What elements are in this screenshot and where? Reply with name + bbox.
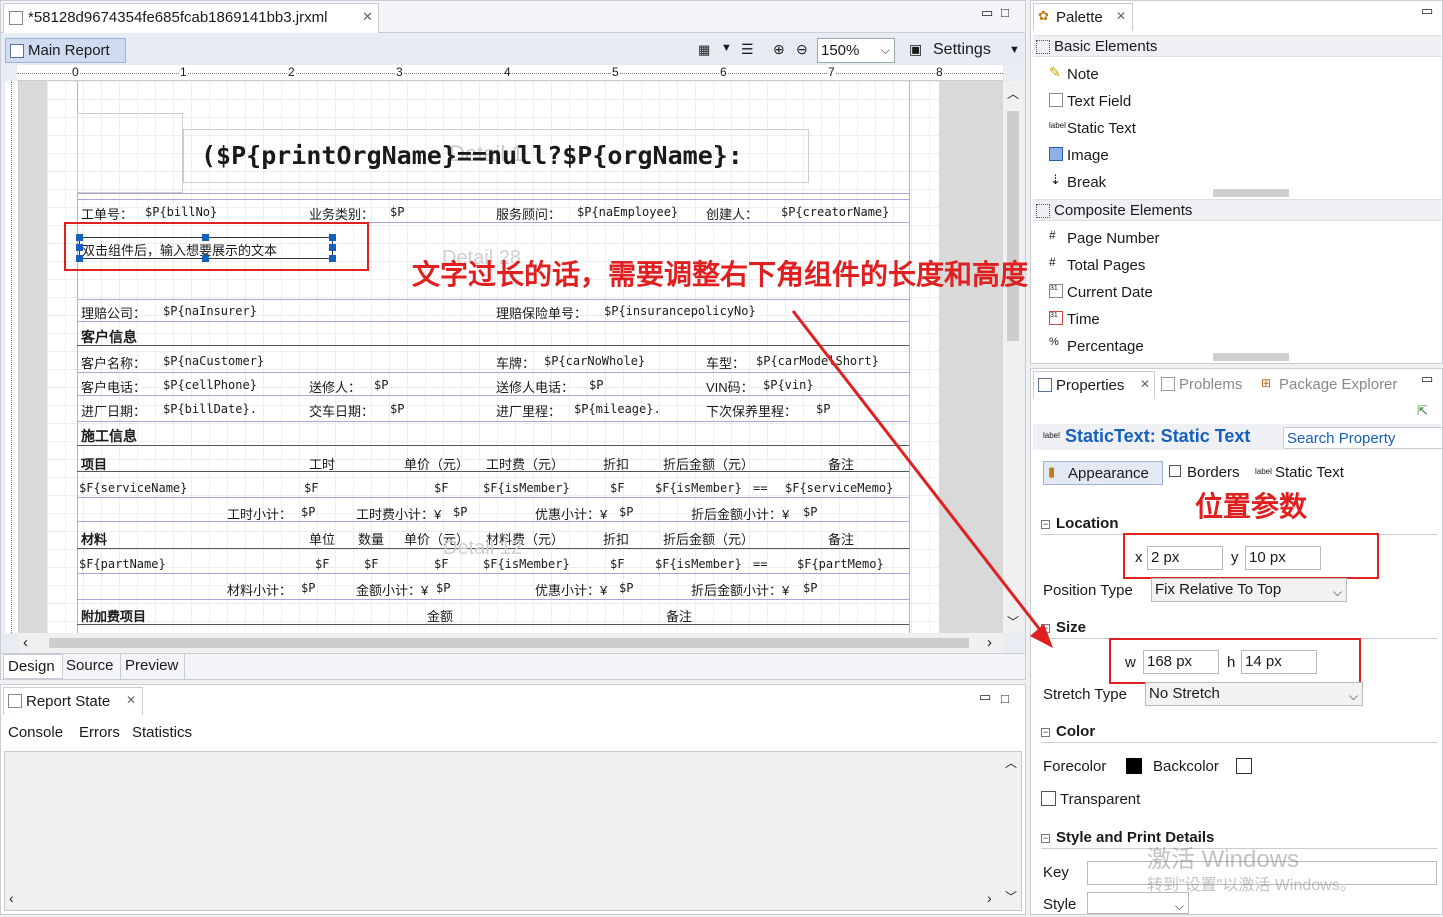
- annotation-arrow: [791, 310, 1053, 648]
